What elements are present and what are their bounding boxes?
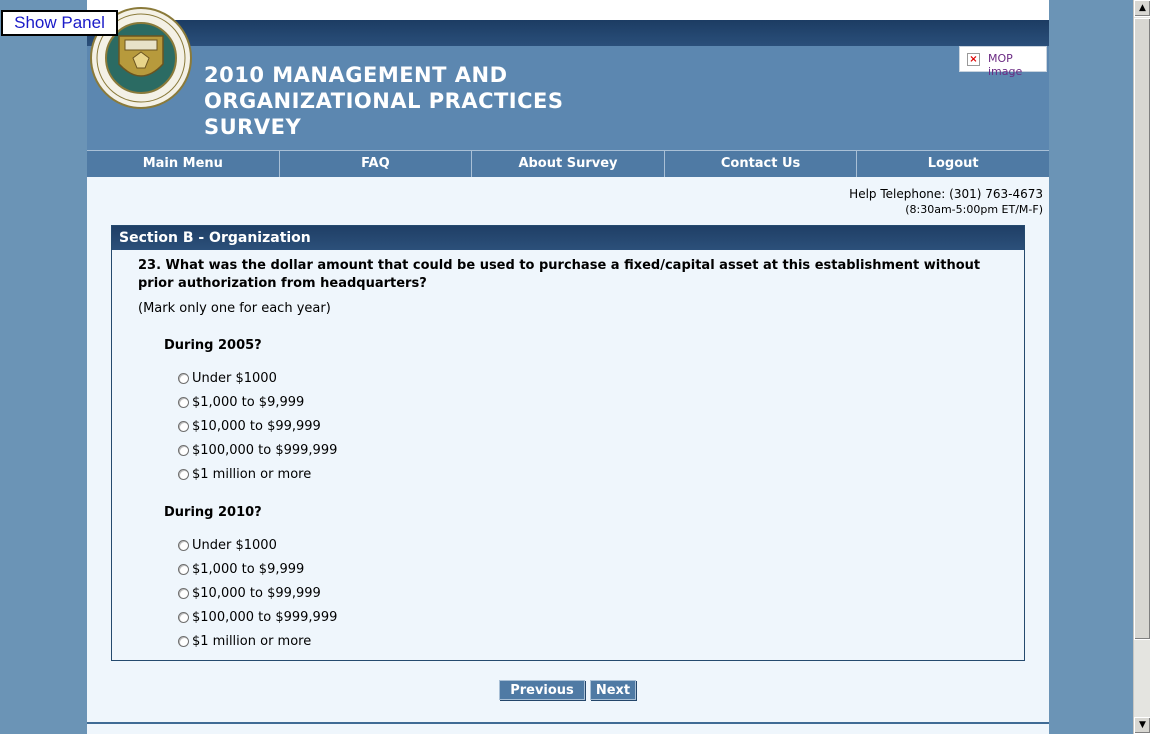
option-label: $1 million or more [192, 634, 312, 649]
option-label: $1,000 to $9,999 [192, 562, 305, 577]
question-instruction: (Mark only one for each year) [138, 301, 331, 316]
help-hours: (8:30am-5:00pm ET/M-F) [905, 203, 1043, 216]
scrollbar-thumb[interactable] [1134, 18, 1151, 640]
question-text: 23. What was the dollar amount that coul… [138, 258, 981, 291]
page-bottom-rule [87, 722, 1049, 724]
help-telephone: Help Telephone: (301) 763-4673 [849, 187, 1043, 201]
section-b-box: Section B - Organization 23. What was th… [111, 225, 1025, 661]
option-label: Under $1000 [192, 371, 277, 386]
top-strip [87, 0, 1049, 20]
survey-title-line-1: 2010 MANAGEMENT AND [204, 63, 508, 87]
option-label: $100,000 to $999,999 [192, 610, 338, 625]
radio-button[interactable] [178, 469, 189, 480]
broken-image-icon: × [967, 53, 980, 66]
radio-button[interactable] [178, 445, 189, 456]
radio-button[interactable] [178, 540, 189, 551]
section-title: Section B - Organization [119, 230, 311, 246]
banner: 2010 MANAGEMENT AND ORGANIZATIONAL PRACT… [87, 20, 1049, 150]
mop-image-alt-text: MOP image [988, 52, 1023, 78]
scroll-down-arrow-icon[interactable]: ▼ [1134, 717, 1151, 734]
radio-button[interactable] [178, 588, 189, 599]
radio-button[interactable] [178, 397, 189, 408]
nav-contact-us[interactable]: Contact Us [665, 151, 858, 177]
survey-page: 2010 MANAGEMENT AND ORGANIZATIONAL PRACT… [87, 0, 1049, 734]
banner-top-band [87, 20, 1049, 46]
next-button[interactable]: Next [590, 680, 636, 700]
option-label: $1,000 to $9,999 [192, 395, 305, 410]
survey-title: 2010 MANAGEMENT AND ORGANIZATIONAL PRACT… [204, 62, 564, 140]
option-label: Under $1000 [192, 538, 277, 553]
nav-faq[interactable]: FAQ [280, 151, 473, 177]
main-navigation: Main Menu FAQ About Survey Contact Us Lo… [87, 150, 1049, 177]
survey-title-line-3: SURVEY [204, 115, 302, 139]
option-label: $10,000 to $99,999 [192, 419, 321, 434]
mop-image-placeholder: × MOP image [959, 46, 1047, 78]
radio-button[interactable] [178, 612, 189, 623]
option-label: $1 million or more [192, 467, 312, 482]
radio-button[interactable] [178, 373, 189, 384]
year-2005-label: During 2005? [164, 338, 262, 353]
help-info: Help Telephone: (301) 763-4673 (8:30am-5… [849, 186, 1043, 218]
year-2010-label: During 2010? [164, 505, 262, 520]
vertical-scrollbar[interactable]: ▲ ▼ [1133, 0, 1151, 734]
nav-about-survey[interactable]: About Survey [472, 151, 665, 177]
show-panel-button[interactable]: Show Panel [1, 10, 118, 36]
option-label: $100,000 to $999,999 [192, 443, 338, 458]
option-label: $10,000 to $99,999 [192, 586, 321, 601]
nav-main-menu[interactable]: Main Menu [87, 151, 280, 177]
section-header: Section B - Organization [112, 226, 1024, 250]
radio-button[interactable] [178, 421, 189, 432]
nav-logout[interactable]: Logout [857, 151, 1049, 177]
previous-button[interactable]: Previous [499, 680, 585, 700]
survey-title-line-2: ORGANIZATIONAL PRACTICES [204, 89, 564, 113]
radio-button[interactable] [178, 636, 189, 647]
scroll-up-arrow-icon[interactable]: ▲ [1134, 0, 1151, 17]
radio-button[interactable] [178, 564, 189, 575]
